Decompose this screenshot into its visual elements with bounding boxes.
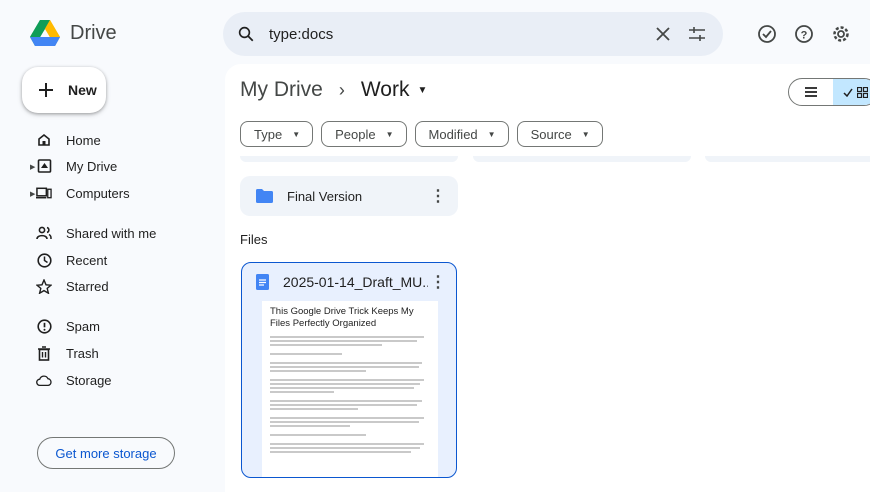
chevron-down-icon: ▼ — [385, 129, 394, 139]
app-name: Drive — [70, 21, 117, 44]
filter-source[interactable]: Source ▼ — [516, 121, 603, 147]
file-card[interactable]: 2025-01-14_Draft_MU... ⋮ This Google Dri… — [241, 262, 457, 478]
breadcrumb: My Drive › Work ▼ — [240, 78, 427, 102]
get-more-storage-button[interactable]: Get more storage — [37, 437, 175, 469]
filter-type[interactable]: Type ▼ — [240, 121, 314, 147]
trash-icon — [36, 345, 52, 361]
new-button-label: New — [68, 82, 97, 98]
breadcrumb-separator-icon: › — [338, 79, 345, 100]
sidebar-item-shared-with-me[interactable]: Shared with me — [36, 220, 156, 246]
file-preview-thumbnail: This Google Drive Trick Keeps My Files P… — [262, 301, 438, 477]
search-bar[interactable]: type:docs — [223, 12, 723, 56]
search-input[interactable]: type:docs — [269, 26, 641, 43]
filter-people-label: People — [335, 126, 376, 142]
filter-modified-label: Modified — [428, 126, 478, 142]
breadcrumb-root[interactable]: My Drive — [240, 78, 323, 102]
chevron-down-icon: ▼ — [417, 84, 428, 96]
more-options-icon[interactable]: ⋮ — [428, 272, 448, 292]
chevron-down-icon: ▼ — [487, 129, 496, 139]
grid-view-icon — [856, 86, 868, 98]
folder-card-partial — [473, 156, 691, 162]
shared-icon — [36, 225, 52, 241]
settings-gear-icon[interactable] — [829, 22, 853, 46]
folder-card[interactable]: Final Version ⋮ — [240, 176, 458, 216]
spam-icon — [36, 318, 52, 334]
files-section-heading: Files — [240, 232, 268, 247]
filter-source-label: Source — [530, 126, 572, 142]
sidebar-item-label: Shared with me — [66, 225, 157, 241]
sidebar-item-home[interactable]: Home — [36, 127, 101, 153]
more-options-icon[interactable]: ⋮ — [428, 186, 448, 206]
filter-chips: Type ▼ People ▼ Modified ▼ Source ▼ — [240, 121, 603, 147]
drive-logo[interactable]: Drive — [30, 20, 117, 46]
sidebar-item-recent[interactable]: Recent — [36, 247, 107, 273]
plus-icon — [39, 83, 53, 97]
sidebar-item-spam[interactable]: Spam — [36, 313, 100, 339]
clock-icon — [36, 252, 52, 268]
help-icon[interactable]: ? — [792, 22, 816, 46]
sidebar-item-computers[interactable]: Computers — [36, 180, 130, 206]
google-docs-icon — [256, 274, 269, 290]
chevron-down-icon: ▼ — [292, 129, 301, 139]
expand-computers-icon[interactable]: ▶ — [30, 190, 35, 198]
filter-modified[interactable]: Modified ▼ — [414, 121, 509, 147]
file-title: 2025-01-14_Draft_MU... — [283, 274, 428, 290]
clear-search-icon[interactable] — [651, 22, 675, 46]
sidebar-item-my-drive[interactable]: My Drive — [36, 153, 117, 179]
sidebar-item-storage[interactable]: Storage — [36, 367, 112, 393]
new-button[interactable]: New — [22, 67, 106, 113]
breadcrumb-current-label: Work — [360, 78, 410, 101]
sidebar-item-label: Storage — [66, 372, 112, 388]
sidebar-item-label: Trash — [66, 345, 99, 361]
computers-icon — [36, 185, 52, 201]
sidebar-item-starred[interactable]: Starred — [36, 273, 109, 299]
list-view-icon[interactable] — [789, 79, 833, 105]
view-toggle[interactable] — [788, 78, 870, 106]
breadcrumb-current[interactable]: Work ▼ — [361, 78, 428, 102]
preview-heading: This Google Drive Trick Keeps My Files P… — [270, 306, 414, 329]
sidebar-item-label: Home — [66, 132, 101, 148]
sidebar-item-label: Computers — [66, 185, 130, 201]
chevron-down-icon: ▼ — [581, 129, 590, 139]
search-options-icon[interactable] — [685, 22, 709, 46]
sidebar-item-label: Starred — [66, 278, 109, 294]
svg-text:?: ? — [801, 30, 808, 42]
home-icon — [36, 132, 52, 148]
filter-type-label: Type — [254, 126, 283, 142]
grid-view-button[interactable] — [833, 79, 870, 105]
search-icon[interactable] — [237, 25, 255, 43]
main-panel: My Drive › Work ▼ Type ▼ People ▼ Modified… — [225, 64, 870, 492]
expand-my-drive-icon[interactable]: ▶ — [30, 163, 35, 171]
cloud-icon — [36, 372, 52, 388]
check-icon — [842, 88, 853, 97]
folder-card-partial — [240, 156, 458, 162]
star-icon — [36, 278, 52, 294]
drive-logo-icon — [30, 20, 60, 46]
folder-name: Final Version — [287, 188, 363, 204]
folder-icon — [256, 189, 273, 203]
sidebar-item-label: Spam — [66, 318, 100, 334]
sidebar-item-label: My Drive — [66, 158, 118, 174]
sidebar-item-trash[interactable]: Trash — [36, 340, 99, 366]
filter-people[interactable]: People ▼ — [321, 121, 407, 147]
sidebar-item-label: Recent — [66, 252, 108, 268]
my-drive-icon — [36, 158, 52, 174]
folder-card-partial — [705, 156, 870, 162]
ready-for-offline-icon[interactable] — [755, 22, 779, 46]
